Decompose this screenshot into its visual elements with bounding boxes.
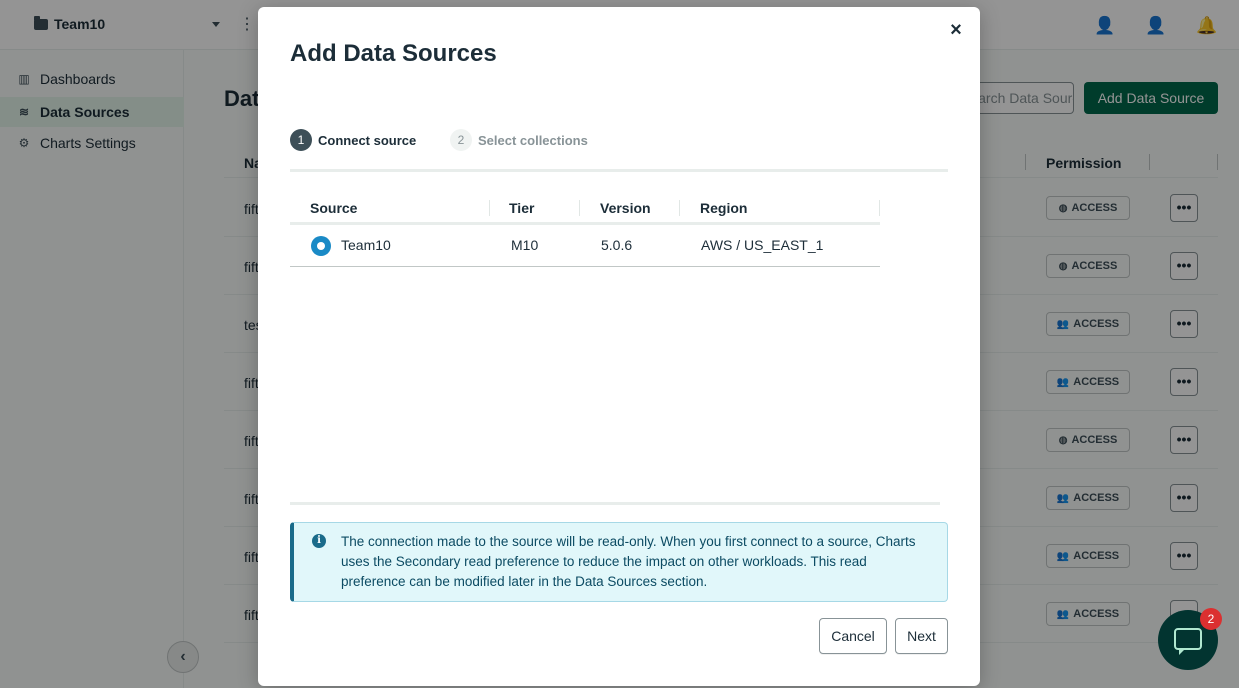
source-table: Source Tier Version Region Team10 M10 5.… [290, 195, 880, 267]
chat-icon [1174, 628, 1202, 655]
next-button[interactable]: Next [895, 618, 948, 654]
step-label: Select collections [478, 132, 588, 148]
step-number: 2 [450, 129, 472, 151]
column-header-version: Version [600, 200, 651, 216]
stepper: 1 Connect source 2 Select collections [290, 127, 948, 172]
column-divider [579, 200, 580, 216]
step-connect-source: 1 Connect source [290, 129, 416, 151]
source-region: AWS / US_EAST_1 [701, 237, 824, 253]
source-name: Team10 [341, 237, 391, 253]
column-divider [679, 200, 680, 216]
modal-title: Add Data Sources [290, 40, 497, 67]
step-label: Connect source [318, 132, 417, 148]
column-header-region: Region [700, 200, 748, 216]
source-radio[interactable] [311, 236, 331, 256]
add-data-sources-modal: × Add Data Sources 1 Connect source 2 Se… [258, 7, 980, 686]
source-row[interactable]: Team10 M10 5.0.6 AWS / US_EAST_1 [290, 225, 880, 267]
step-select-collections: 2 Select collections [450, 129, 588, 151]
info-text: The connection made to the source will b… [341, 534, 916, 589]
divider [290, 502, 940, 505]
column-divider [879, 200, 880, 216]
cancel-button[interactable]: Cancel [819, 618, 887, 654]
source-tier: M10 [511, 237, 539, 253]
column-header-tier: Tier [509, 200, 535, 216]
column-header-source: Source [310, 200, 358, 216]
column-divider [489, 200, 490, 216]
notification-badge: 2 [1200, 608, 1222, 630]
close-icon[interactable]: × [947, 20, 965, 40]
info-icon: i [312, 534, 326, 548]
source-version: 5.0.6 [601, 237, 633, 253]
step-number: 1 [290, 129, 312, 151]
info-callout: i The connection made to the source will… [290, 522, 948, 602]
source-table-header: Source Tier Version Region [290, 195, 880, 225]
